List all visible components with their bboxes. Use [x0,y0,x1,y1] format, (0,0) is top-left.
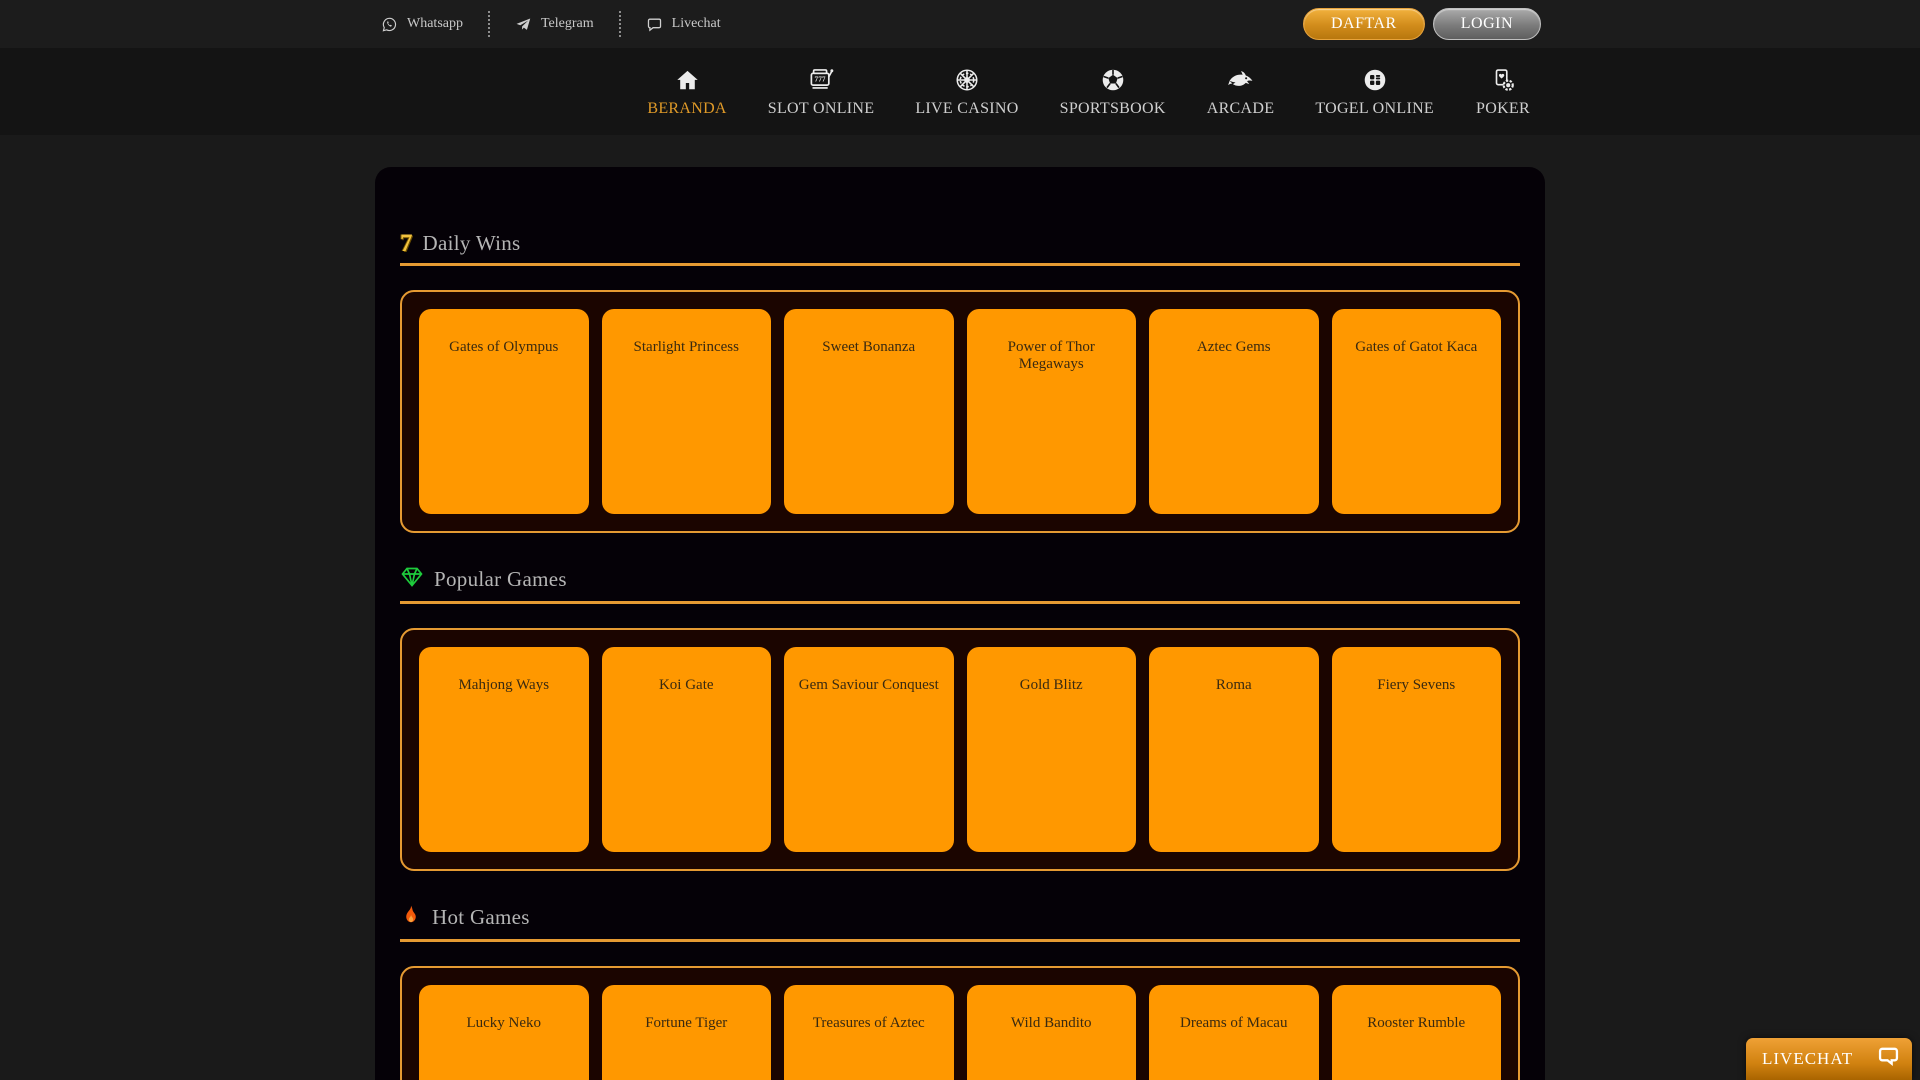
game-title: Lucky Neko [466,1015,542,1031]
game-title: Sweet Bonanza [822,339,916,355]
game-card[interactable]: Gates of Gatot Kaca [1331,309,1501,514]
section-title: Hot Games [432,905,530,929]
game-title: Gates of Gatot Kaca [1355,339,1478,355]
game-title: Treasures of Aztec [812,1015,925,1031]
telegram-link[interactable]: Telegram [487,11,619,37]
game-title: Aztec Gems [1196,339,1271,355]
nav-item-togel-online[interactable]: TOGEL ONLINE [1315,66,1434,118]
nav-item-beranda[interactable]: BERANDA [647,66,726,118]
telegram-label: Telegram [540,16,594,31]
game-card[interactable]: Roma [1149,647,1319,852]
shark-icon [1227,66,1255,93]
game-card[interactable]: Mahjong Ways [419,647,589,852]
login-button[interactable]: LOGIN [1432,8,1541,40]
nav-item-arcade[interactable]: ARCADE [1207,66,1275,118]
nav-label: LIVE CASINO [915,99,1019,117]
nav-label: BERANDA [647,99,727,117]
section-header: 7 Daily Wins [400,231,1520,266]
game-card[interactable]: Treasures of Aztec [784,985,954,1080]
game-title: Roma [1215,677,1252,693]
game-card[interactable]: Power of Thor Megaways [966,309,1136,514]
whatsapp-icon [381,16,398,33]
section-daily-wins: 7 Daily Wins Gates of Olympus Starlight … [400,231,1520,533]
slot-machine-icon: 777 [808,66,835,93]
nav-label: POKER [1476,99,1530,117]
game-card[interactable]: Sweet Bonanza [784,309,954,514]
game-title: Gem Saviour Conquest [798,677,939,693]
telegram-icon [515,16,532,33]
game-title: Power of Thor Megaways [1007,339,1095,372]
lucky-seven-icon: 7 [400,230,413,257]
livechat-link[interactable]: Livechat [618,11,746,37]
section-popular-games: Popular Games Mahjong Ways Koi Gate Gem … [400,565,1520,871]
roulette-icon [954,66,980,93]
game-card[interactable]: Lucky Neko [419,985,589,1080]
game-title: Fiery Sevens [1377,677,1456,693]
nav-label: ARCADE [1206,99,1275,117]
game-card[interactable]: Wild Bandito [966,985,1136,1080]
section-title: Daily Wins [422,231,521,255]
game-card[interactable]: Rooster Rumble [1331,985,1501,1080]
topbar-inner: Whatsapp Telegram Livechat DAFTAR LOGIN [375,0,1545,48]
game-title: Dreams of Macau [1180,1015,1288,1031]
main-content-panel: 7 Daily Wins Gates of Olympus Starlight … [375,167,1545,1080]
home-icon [675,66,700,93]
game-card[interactable]: Gold Blitz [966,647,1136,852]
topbar: Whatsapp Telegram Livechat DAFTAR LOGIN [0,0,1920,48]
auth-buttons: DAFTAR LOGIN [1303,8,1541,40]
game-card[interactable]: Dreams of Macau [1149,985,1319,1080]
livechat-label: Livechat [671,16,721,31]
whatsapp-link[interactable]: Whatsapp [379,11,488,37]
nav-label: SPORTSBOOK [1059,99,1166,117]
number-grid-icon [1362,66,1388,93]
game-title: Fortune Tiger [645,1015,728,1031]
game-title: Starlight Princess [633,339,739,355]
nav-item-poker[interactable]: POKER [1475,66,1531,118]
main-navbar: BERANDA 777 SLOT ONLINE LIVE CASINO SPOR… [0,48,1920,135]
social-links: Whatsapp Telegram Livechat [379,0,746,48]
nav-label: SLOT ONLINE [767,99,875,117]
livechat-icon [646,16,663,33]
game-title: Wild Bandito [1010,1015,1092,1031]
livechat-widget[interactable]: LIVECHAT [1746,1038,1912,1080]
game-title: Koi Gate [658,677,714,693]
game-card[interactable]: Gem Saviour Conquest [784,647,954,852]
poker-cards-icon [1490,66,1516,93]
daftar-button[interactable]: DAFTAR [1303,8,1425,40]
chat-bubble-icon [1877,1045,1900,1073]
nav-items: BERANDA 777 SLOT ONLINE LIVE CASINO SPOR… [375,48,1545,135]
nav-item-live-casino[interactable]: LIVE CASINO [915,66,1018,118]
game-title: Rooster Rumble [1367,1015,1466,1031]
games-row: Mahjong Ways Koi Gate Gem Saviour Conque… [400,628,1520,871]
nav-item-sportsbook[interactable]: SPORTSBOOK [1060,66,1166,118]
game-card[interactable]: Aztec Gems [1149,309,1319,514]
section-header: Hot Games [400,903,1520,942]
game-title: Gold Blitz [1019,677,1083,693]
game-card[interactable]: Gates of Olympus [419,309,589,514]
game-title: Gates of Olympus [449,339,559,355]
game-card[interactable]: Starlight Princess [601,309,771,514]
nav-item-slot-online[interactable]: 777 SLOT ONLINE [768,66,875,118]
livechat-widget-label: LIVECHAT [1762,1049,1854,1068]
game-card[interactable]: Koi Gate [601,647,771,852]
section-header: Popular Games [400,565,1520,604]
soccer-ball-icon [1100,66,1126,93]
gem-icon [400,565,424,594]
flame-icon [400,903,422,932]
game-card[interactable]: Fiery Sevens [1331,647,1501,852]
whatsapp-label: Whatsapp [407,16,463,31]
svg-text:777: 777 [814,74,825,83]
game-card[interactable]: Fortune Tiger [601,985,771,1080]
games-row: Lucky Neko Fortune Tiger Treasures of Az… [400,966,1520,1080]
section-title: Popular Games [434,567,567,591]
section-hot-games: Hot Games Lucky Neko Fortune Tiger Treas… [400,903,1520,1080]
game-title: Mahjong Ways [458,677,550,693]
games-row: Gates of Olympus Starlight Princess Swee… [400,290,1520,533]
nav-label: TOGEL ONLINE [1315,99,1434,117]
